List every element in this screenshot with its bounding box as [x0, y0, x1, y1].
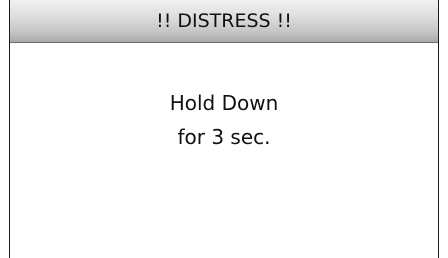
instruction-line-2: for 3 sec.: [177, 125, 271, 149]
distress-screen: !! DISTRESS !! Hold Down for 3 sec.: [0, 0, 448, 258]
instruction-message: Hold Down for 3 sec.: [10, 86, 438, 154]
title-bar: !! DISTRESS !!: [10, 0, 438, 43]
screen-frame-right: [438, 0, 439, 258]
instruction-line-1: Hold Down: [169, 91, 279, 115]
distress-title: !! DISTRESS !!: [156, 10, 292, 32]
